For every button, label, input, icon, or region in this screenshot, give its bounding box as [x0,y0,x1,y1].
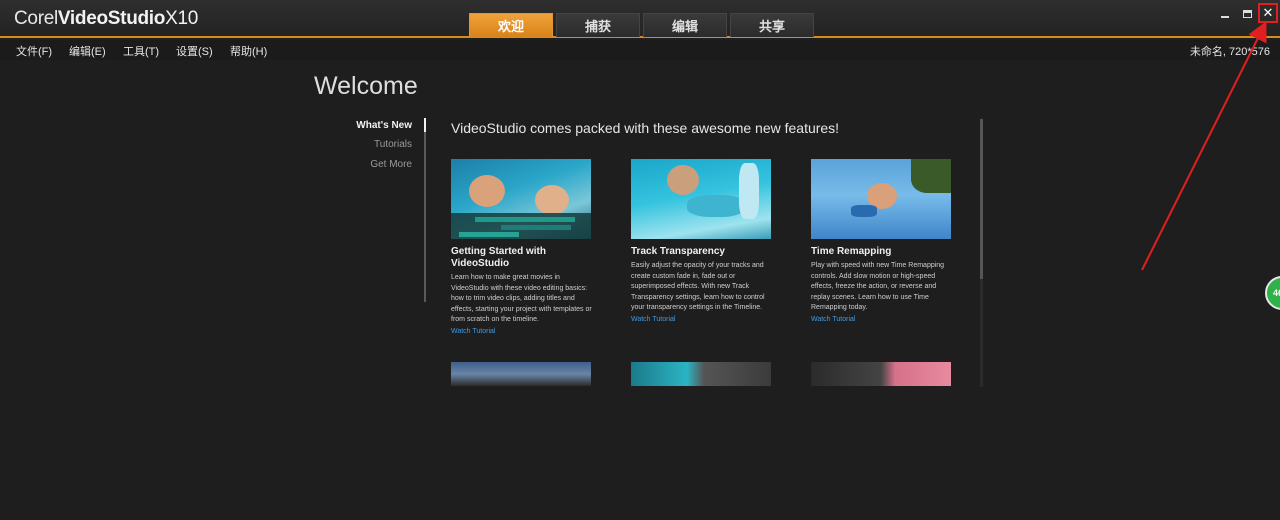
restore-icon [1242,10,1252,18]
app-logo: CorelVideoStudioX10 [14,8,198,30]
snorkeler-image [469,175,505,207]
tab-welcome[interactable]: 欢迎 [469,13,553,37]
active-indicator [424,118,426,132]
menu-settings[interactable]: 设置(S) [176,43,213,59]
card-thumbnail[interactable] [811,159,951,239]
tab-edit[interactable]: 编辑 [643,13,727,37]
watch-tutorial-link[interactable]: Watch Tutorial [631,316,773,323]
badge-count: 46 [1273,288,1280,298]
snorkeler-image [535,185,569,215]
logo-product: VideoStudio [57,8,166,29]
card-thumbnail[interactable] [631,159,771,239]
restore-button[interactable] [1237,5,1257,23]
feature-card: Time Remapping Play with speed with new … [811,159,953,323]
nav-whats-new[interactable]: What's New [356,120,412,131]
logo-version: X10 [165,8,199,29]
card-description: Easily adjust the opacity of your tracks… [631,262,765,311]
watch-tutorial-link[interactable]: Watch Tutorial [451,328,593,335]
watch-tutorial-link[interactable]: Watch Tutorial [811,316,953,323]
menu-edit[interactable]: 编辑(E) [69,43,106,59]
tab-capture[interactable]: 捕获 [556,13,640,37]
workspace-tabs: 欢迎 捕获 编辑 共享 [469,13,814,37]
welcome-sidenav: What's New Tutorials Get More [330,118,426,302]
card-title: Track Transparency [631,246,725,257]
tab-share[interactable]: 共享 [730,13,814,37]
features-heading: VideoStudio comes packed with these awes… [451,120,840,136]
card-thumbnail[interactable] [631,362,771,386]
swimmer-image [667,165,699,195]
card-description: Play with speed with new Time Remapping … [811,262,945,311]
menu-bar: 文件(F) 编辑(E) 工具(T) 设置(S) 帮助(H) 未命名, 720*5… [0,40,1280,60]
card-thumbnail[interactable] [451,362,591,386]
close-button[interactable]: ✕ [1258,3,1278,23]
title-bar: CorelVideoStudioX10 欢迎 捕获 编辑 共享 ✕ [0,0,1280,38]
card-title: Getting Started with VideoStudio [451,246,546,269]
page-title: Welcome [314,72,418,100]
card-thumbnail[interactable] [811,362,951,386]
timeline-preview [451,213,591,239]
feature-card: Getting Started with VideoStudio Learn h… [451,159,593,335]
menu-tools[interactable]: 工具(T) [123,43,159,59]
scrollbar-thumb[interactable] [980,119,983,279]
minimize-button[interactable] [1215,5,1235,23]
nav-get-more[interactable]: Get More [370,159,412,170]
card-description: Learn how to make great movies in VideoS… [451,274,592,323]
project-info: 未命名, 720*576 [1189,46,1270,58]
feature-card: Track Transparency Easily adjust the opa… [631,159,773,323]
card-title: Time Remapping [811,246,892,257]
menu-help[interactable]: 帮助(H) [230,43,267,59]
logo-brand: Corel [14,8,58,29]
menu-file[interactable]: 文件(F) [16,43,52,59]
nav-tutorials[interactable]: Tutorials [374,139,412,150]
close-icon: ✕ [1262,5,1274,20]
minimize-icon [1221,16,1229,18]
floating-badge[interactable]: 46 [1265,276,1280,310]
card-thumbnail[interactable] [451,159,591,239]
